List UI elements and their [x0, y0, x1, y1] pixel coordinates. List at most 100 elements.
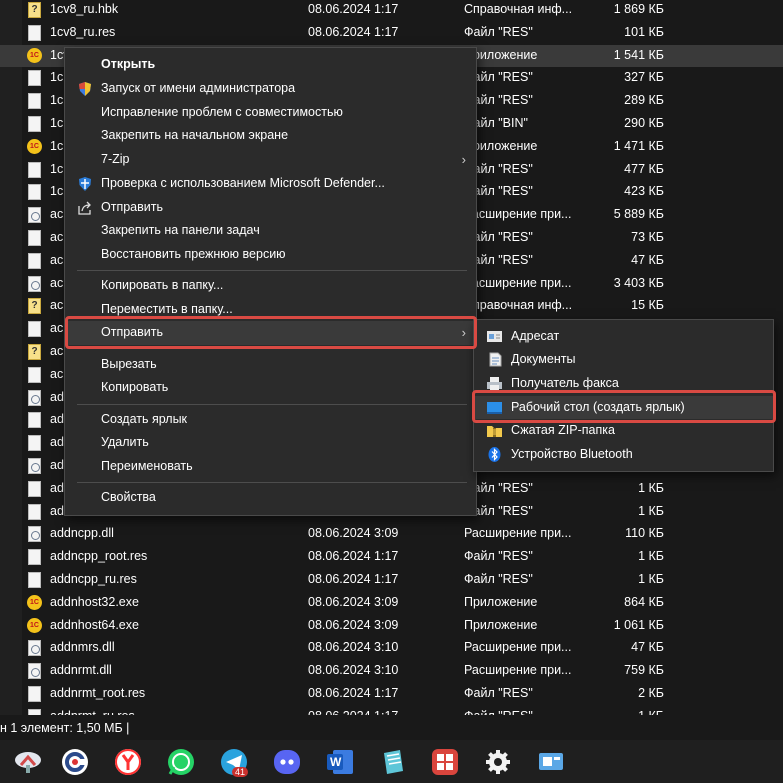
menu-item-copy-to-folder[interactable]: Копировать в папку... [65, 274, 476, 298]
file-date: 08.06.2024 1:17 [308, 572, 399, 586]
menu-item-properties[interactable]: Свойства [65, 486, 476, 510]
discord-icon[interactable] [272, 747, 302, 777]
file-row[interactable]: addncpp.dll 08.06.2024 3:09 Расширение при… [0, 523, 783, 546]
file-row[interactable]: 1С addnhost64.exe 08.06.2024 3:09 Приложени… [0, 615, 783, 638]
menu-item-label: 7-Zip [101, 152, 130, 166]
send-to-highlight-frame [65, 316, 477, 349]
submenu-item-label: Устройство Bluetooth [511, 447, 633, 461]
menu-item-label: Открыть [101, 57, 156, 71]
menu-item-label: Создать ярлык [101, 412, 188, 426]
word-icon[interactable]: W [325, 747, 355, 777]
file-type: Файл "RES" [464, 686, 533, 700]
file-name: addncpp.dll [50, 526, 114, 541]
menu-item-restore-previous-version[interactable]: Восстановить прежнюю версию [65, 243, 476, 267]
cloud-app-icon[interactable] [13, 747, 43, 777]
file-icon [28, 161, 41, 178]
help-file-icon: ? [28, 2, 41, 18]
file-row[interactable]: addnrmt.dll 08.06.2024 3:10 Расширение при… [0, 660, 783, 683]
file-size: 2 КБ [638, 686, 664, 700]
file-size: 47 КБ [631, 640, 664, 655]
menu-item-run-as-admin[interactable]: Запуск от имени администратора [65, 77, 476, 101]
file-date: 08.06.2024 3:09 [308, 526, 399, 541]
send-to-bluetooth-device[interactable]: Устройство Bluetooth [474, 443, 773, 466]
file-row[interactable]: addncpp_ru.res 08.06.2024 1:17 Файл "RES" 1… [0, 569, 783, 592]
file-name: 1c [50, 93, 64, 108]
file-date: 08.06.2024 3:09 [308, 617, 399, 632]
file-row[interactable]: ? 1cv8_ru.hbk 08.06.2024 1:17 Справочная ин… [0, 0, 783, 22]
menu-item-pin-to-taskbar[interactable]: Закрепить на панели задач [65, 219, 476, 243]
menu-item-rename[interactable]: Переименовать [65, 455, 476, 479]
submenu-arrow-icon: › [461, 152, 466, 167]
dll-file-icon [28, 275, 41, 292]
file-size: 5 889 КБ [613, 207, 664, 222]
menu-item-open[interactable]: Открыть [65, 53, 476, 77]
file-row[interactable]: addnrmt_root.res 08.06.2024 1:17 Файл "RES… [0, 683, 783, 706]
telegram-icon[interactable]: 41 [219, 747, 249, 777]
file-icon [28, 366, 41, 383]
desktop-shortcut-highlight-frame [472, 390, 776, 423]
file-date: 08.06.2024 3:10 [308, 663, 399, 678]
file-name: ac [50, 207, 64, 222]
menu-separator [77, 270, 467, 271]
file-name: ac [50, 344, 64, 358]
file-icon [28, 24, 41, 41]
send-to-documents[interactable]: Документы [474, 348, 773, 371]
file-icon [28, 93, 41, 110]
file-date: 08.06.2024 1:17 [308, 549, 399, 564]
menu-item-copy[interactable]: Копировать [65, 376, 476, 400]
menu-item-cut[interactable]: Вырезать [65, 353, 476, 377]
file-icon [28, 230, 41, 246]
menu-item-create-shortcut[interactable]: Создать ярлык [65, 408, 476, 432]
file-name: ac [50, 298, 64, 313]
yandex-browser-icon[interactable] [113, 747, 143, 777]
file-size: 47 КБ [631, 252, 664, 267]
help-file-icon: ? [28, 298, 41, 315]
file-type: Расширение при... [464, 663, 572, 678]
file-icon [28, 572, 41, 588]
file-size: 1 061 КБ [613, 617, 664, 632]
file-name: ac [50, 252, 64, 267]
menu-item-delete[interactable]: Удалить [65, 431, 476, 455]
uac-shield-icon [77, 81, 93, 97]
ccleaner-icon[interactable] [60, 747, 90, 777]
menu-item-troubleshoot-compatibility[interactable]: Исправление проблем с совместимостью [65, 101, 476, 125]
help-file-icon: ? [28, 344, 41, 360]
menu-item-label: Удалить [101, 435, 149, 449]
file-name: 1c [50, 70, 64, 85]
file-icon [28, 412, 41, 429]
notepad-icon[interactable] [378, 747, 408, 777]
file-name: ac [50, 275, 64, 290]
file-type: Файл "RES" [464, 572, 533, 586]
menu-item-share[interactable]: Отправить [65, 196, 476, 220]
mail-recipient-icon [486, 329, 503, 344]
menu-item-label: Исправление проблем с совместимостью [101, 105, 343, 119]
settings-gear-icon[interactable] [483, 747, 513, 777]
file-type: Файл "RES" [464, 24, 533, 39]
file-type: Расширение при... [464, 275, 572, 290]
file-size: 290 КБ [624, 116, 664, 130]
file-icon [28, 116, 41, 132]
menu-item-defender-scan[interactable]: Проверка с использованием Microsoft Defe… [65, 172, 476, 196]
file-row[interactable]: 1cv8_ru.res 08.06.2024 1:17 Файл "RES" 101 … [0, 22, 783, 45]
file-size: 15 КБ [631, 298, 664, 313]
file-name: addnhost64.exe [50, 617, 139, 632]
whatsapp-icon[interactable] [166, 747, 196, 777]
defender-shield-icon [77, 176, 93, 192]
file-row[interactable]: addnrmt_ru.res08.06.2024 1:17Файл "RES"1… [0, 706, 783, 715]
menu-item-label: Проверка с использованием Microsoft Defe… [101, 176, 385, 190]
file-row[interactable]: addncpp_root.res 08.06.2024 1:17 Файл "RES… [0, 546, 783, 569]
context-menu: Открыть Запуск от имени администратора И… [64, 47, 477, 516]
application-icon: 1С [27, 47, 42, 63]
office-app-icon[interactable] [430, 747, 460, 777]
menu-item-label: Вырезать [101, 357, 157, 371]
menu-item-pin-to-start[interactable]: Закрепить на начальном экране [65, 124, 476, 148]
send-to-mail-recipient[interactable]: Адресат [474, 325, 773, 348]
submenu-item-label: Сжатая ZIP-папка [511, 423, 615, 437]
menu-item-7zip[interactable]: 7-Zip › [65, 148, 476, 172]
control-panel-icon[interactable] [536, 747, 566, 777]
file-row[interactable]: 1С addnhost32.exe 08.06.2024 3:09 Приложени… [0, 592, 783, 615]
file-name: 1c [50, 161, 64, 176]
share-icon [77, 200, 93, 216]
file-row[interactable]: addnmrs.dll 08.06.2024 3:10 Расширение при… [0, 637, 783, 660]
file-icon [28, 252, 41, 269]
